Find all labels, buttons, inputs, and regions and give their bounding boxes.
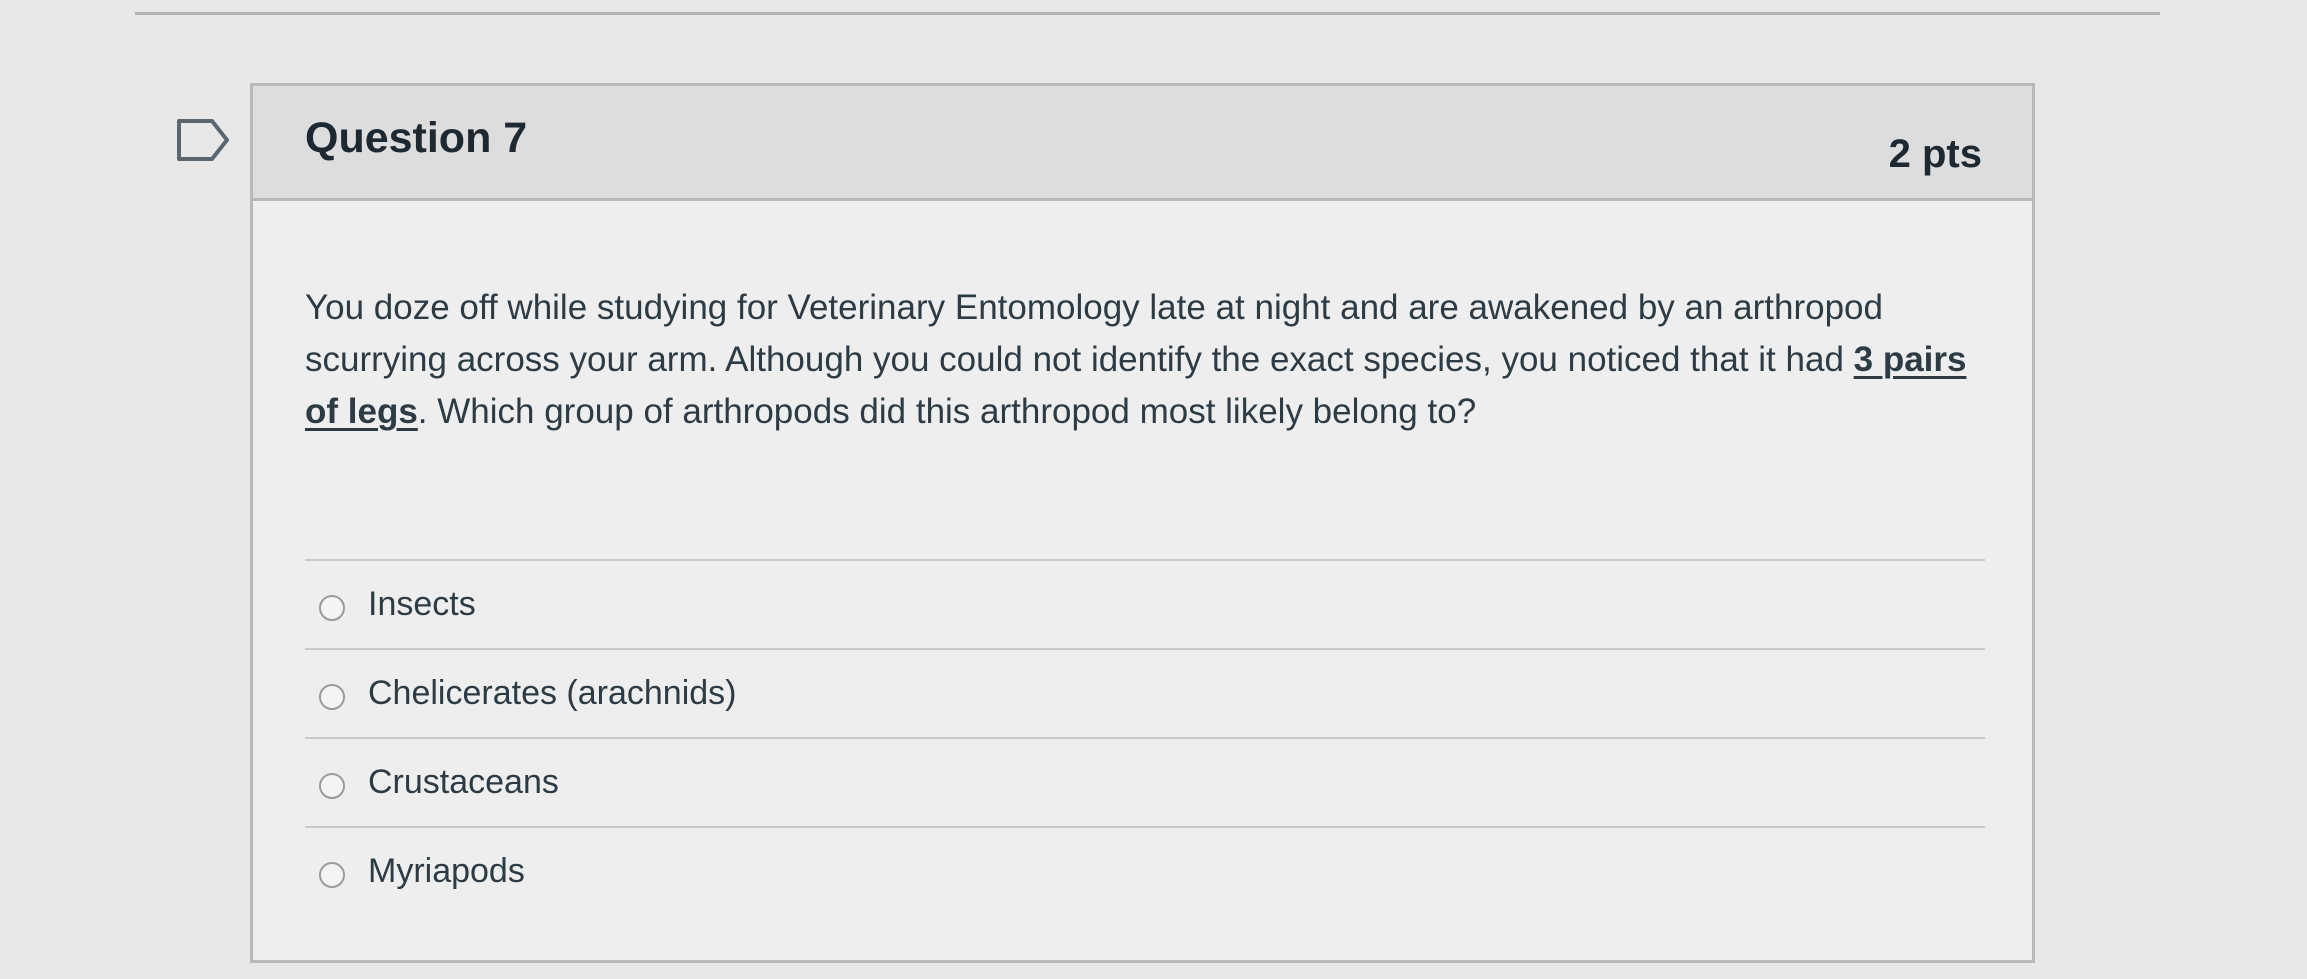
answer-list: Insects Chelicerates (arachnids) Crustac… — [305, 559, 1985, 915]
answer-label[interactable]: Insects — [368, 585, 476, 624]
question-points: 2 pts — [1888, 132, 1982, 176]
question-text: You doze off while studying for Veterina… — [305, 282, 1995, 438]
question-header: Question 7 2 pts — [253, 86, 2032, 201]
radio-button[interactable] — [319, 684, 345, 710]
answer-option-myriapods[interactable]: Myriapods — [305, 826, 1985, 915]
answer-option-insects[interactable]: Insects — [305, 559, 1985, 648]
question-card: Question 7 2 pts You doze off while stud… — [250, 83, 2035, 963]
question-text-end: . Which group of arthropods did this art… — [417, 392, 1477, 431]
radio-button[interactable] — [319, 595, 345, 621]
question-title: Question 7 — [305, 114, 528, 162]
answer-option-chelicerates[interactable]: Chelicerates (arachnids) — [305, 648, 1985, 737]
answer-label[interactable]: Crustaceans — [368, 763, 559, 802]
flag-question-icon[interactable] — [176, 118, 230, 162]
radio-button[interactable] — [319, 862, 345, 888]
question-text-start: You doze off while studying for Veterina… — [305, 288, 1883, 379]
radio-button[interactable] — [319, 773, 345, 799]
answer-label[interactable]: Myriapods — [368, 852, 525, 891]
page-divider — [135, 12, 2160, 15]
answer-label[interactable]: Chelicerates (arachnids) — [368, 674, 737, 713]
answer-option-crustaceans[interactable]: Crustaceans — [305, 737, 1985, 826]
